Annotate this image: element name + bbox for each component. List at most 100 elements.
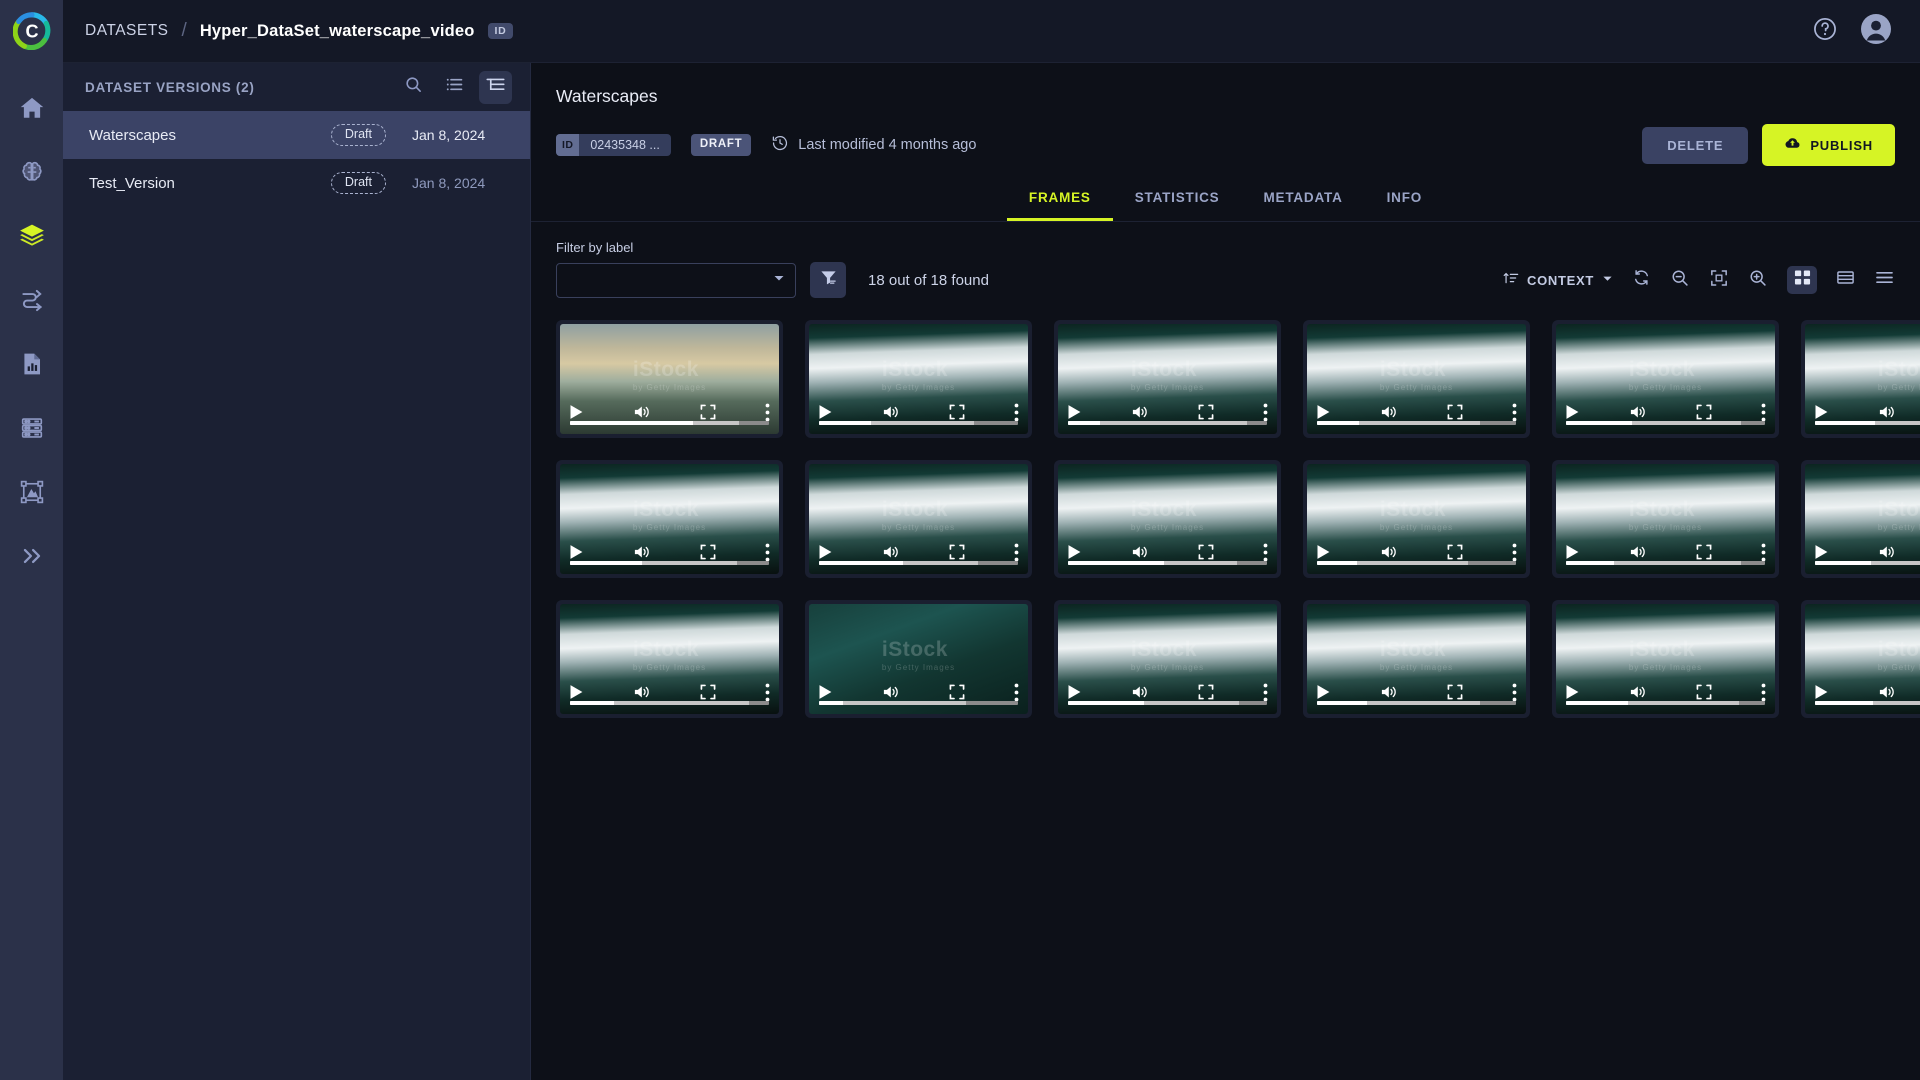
volume-icon[interactable] — [633, 404, 651, 420]
frame-thumbnail-16[interactable]: iStock by Getty Images — [1307, 604, 1526, 714]
play-icon[interactable] — [569, 684, 584, 700]
sort-context-button[interactable]: CONTEXT — [1503, 270, 1613, 291]
frame-thumbnail-6[interactable]: iStock by Getty Images — [1805, 324, 1920, 434]
video-scrubber[interactable] — [1068, 421, 1267, 425]
sidebar-item-expand[interactable] — [0, 526, 63, 590]
zoom-out-button[interactable] — [1670, 268, 1690, 293]
sidebar-item-models[interactable] — [0, 142, 63, 206]
play-icon[interactable] — [1067, 684, 1082, 700]
sidebar-item-home[interactable] — [0, 78, 63, 142]
play-icon[interactable] — [1565, 544, 1580, 560]
video-scrubber[interactable] — [570, 701, 769, 705]
video-scrubber[interactable] — [1815, 421, 1920, 425]
fullscreen-icon[interactable] — [949, 544, 965, 560]
play-icon[interactable] — [1067, 544, 1082, 560]
more-vertical-icon[interactable] — [1263, 403, 1268, 422]
volume-icon[interactable] — [1380, 684, 1398, 700]
frame-thumbnail-3[interactable]: iStock by Getty Images — [1058, 324, 1277, 434]
video-scrubber[interactable] — [570, 561, 769, 565]
more-vertical-icon[interactable] — [1512, 683, 1517, 702]
more-vertical-icon[interactable] — [765, 403, 770, 422]
video-scrubber[interactable] — [819, 701, 1018, 705]
video-scrubber[interactable] — [1317, 421, 1516, 425]
more-vertical-icon[interactable] — [1761, 683, 1766, 702]
video-scrubber[interactable] — [1566, 561, 1765, 565]
frame-card-7[interactable]: iStock by Getty Images — [556, 460, 783, 578]
video-scrubber[interactable] — [1068, 561, 1267, 565]
frame-card-5[interactable]: iStock by Getty Images — [1552, 320, 1779, 438]
fit-to-screen-button[interactable] — [1709, 268, 1729, 293]
video-scrubber[interactable] — [819, 421, 1018, 425]
frame-card-12[interactable]: iStock by Getty Images — [1801, 460, 1920, 578]
sidebar-item-datasets[interactable] — [0, 206, 63, 270]
video-scrubber[interactable] — [1566, 701, 1765, 705]
fullscreen-icon[interactable] — [949, 404, 965, 420]
refresh-button[interactable] — [1632, 268, 1651, 292]
fullscreen-icon[interactable] — [1447, 404, 1463, 420]
publish-button[interactable]: PUBLISH — [1762, 124, 1895, 166]
sidebar-item-annotation[interactable] — [0, 462, 63, 526]
help-circle-icon[interactable] — [1812, 16, 1838, 47]
frame-thumbnail-7[interactable]: iStock by Getty Images — [560, 464, 779, 574]
volume-icon[interactable] — [1380, 544, 1398, 560]
video-scrubber[interactable] — [570, 421, 769, 425]
video-scrubber[interactable] — [1317, 561, 1516, 565]
more-vertical-icon[interactable] — [1761, 543, 1766, 562]
play-icon[interactable] — [1565, 684, 1580, 700]
frame-thumbnail-1[interactable]: iStock by Getty Images — [560, 324, 779, 434]
versions-search-button[interactable] — [397, 71, 430, 104]
fullscreen-icon[interactable] — [1198, 544, 1214, 560]
frame-card-13[interactable]: iStock by Getty Images — [556, 600, 783, 718]
more-vertical-icon[interactable] — [1512, 403, 1517, 422]
versions-tree-view-button[interactable] — [479, 71, 512, 104]
fullscreen-icon[interactable] — [1696, 684, 1712, 700]
volume-icon[interactable] — [1380, 404, 1398, 420]
frame-card-6[interactable]: iStock by Getty Images — [1801, 320, 1920, 438]
video-scrubber[interactable] — [1815, 561, 1920, 565]
video-scrubber[interactable] — [1815, 701, 1920, 705]
play-icon[interactable] — [818, 684, 833, 700]
frame-card-1[interactable]: iStock by Getty Images — [556, 320, 783, 438]
play-icon[interactable] — [1565, 404, 1580, 420]
frame-card-16[interactable]: iStock by Getty Images — [1303, 600, 1530, 718]
fullscreen-icon[interactable] — [949, 684, 965, 700]
frame-thumbnail-10[interactable]: iStock by Getty Images — [1307, 464, 1526, 574]
frame-card-3[interactable]: iStock by Getty Images — [1054, 320, 1281, 438]
volume-icon[interactable] — [1878, 544, 1896, 560]
frame-thumbnail-13[interactable]: iStock by Getty Images — [560, 604, 779, 714]
volume-icon[interactable] — [633, 544, 651, 560]
volume-icon[interactable] — [1878, 404, 1896, 420]
more-vertical-icon[interactable] — [1014, 683, 1019, 702]
grid-view-button[interactable] — [1787, 266, 1817, 294]
frame-thumbnail-2[interactable]: iStock by Getty Images — [809, 324, 1028, 434]
fullscreen-icon[interactable] — [700, 544, 716, 560]
frame-card-18[interactable]: iStock by Getty Images — [1801, 600, 1920, 718]
more-vertical-icon[interactable] — [1263, 683, 1268, 702]
frame-card-11[interactable]: iStock by Getty Images — [1552, 460, 1779, 578]
volume-icon[interactable] — [1131, 544, 1149, 560]
account-avatar-icon[interactable] — [1860, 13, 1892, 50]
frame-thumbnail-9[interactable]: iStock by Getty Images — [1058, 464, 1277, 574]
volume-icon[interactable] — [1629, 544, 1647, 560]
frame-thumbnail-17[interactable]: iStock by Getty Images — [1556, 604, 1775, 714]
version-row-waterscapes[interactable]: Waterscapes Draft Jan 8, 2024 — [63, 111, 530, 159]
volume-icon[interactable] — [633, 684, 651, 700]
version-row-test-version[interactable]: Test_Version Draft Jan 8, 2024 — [63, 159, 530, 207]
sidebar-item-pipelines[interactable] — [0, 270, 63, 334]
play-icon[interactable] — [1316, 544, 1331, 560]
play-icon[interactable] — [818, 544, 833, 560]
play-icon[interactable] — [569, 544, 584, 560]
fullscreen-icon[interactable] — [1696, 404, 1712, 420]
frame-thumbnail-11[interactable]: iStock by Getty Images — [1556, 464, 1775, 574]
tab-metadata[interactable]: METADATA — [1241, 184, 1364, 221]
play-icon[interactable] — [569, 404, 584, 420]
fullscreen-icon[interactable] — [700, 404, 716, 420]
fullscreen-icon[interactable] — [1696, 544, 1712, 560]
video-scrubber[interactable] — [1566, 421, 1765, 425]
version-id-chip[interactable]: ID 02435348 ... — [556, 134, 671, 156]
volume-icon[interactable] — [1629, 404, 1647, 420]
fullscreen-icon[interactable] — [1198, 404, 1214, 420]
fullscreen-icon[interactable] — [1447, 684, 1463, 700]
fullscreen-icon[interactable] — [700, 684, 716, 700]
video-scrubber[interactable] — [1068, 701, 1267, 705]
